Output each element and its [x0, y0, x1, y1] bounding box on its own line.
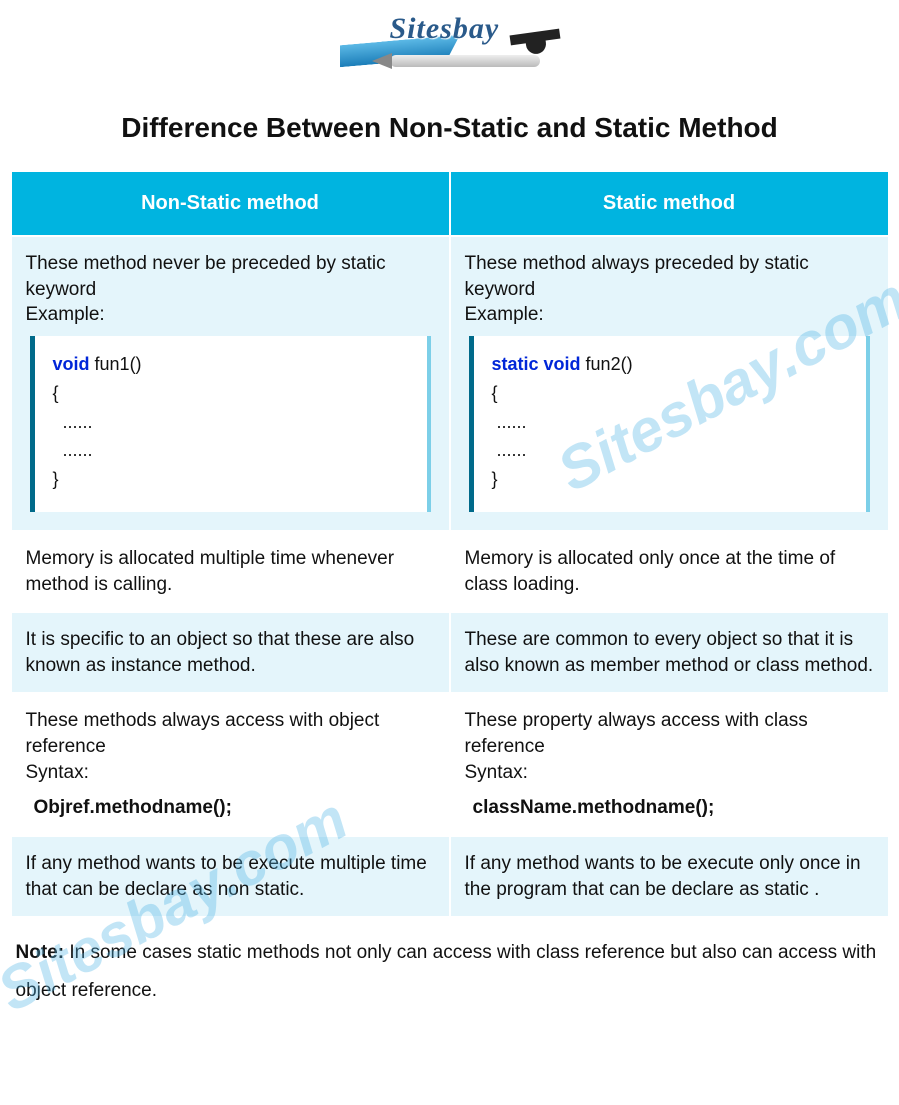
code-fn: fun1(): [95, 354, 142, 374]
cell-text: If any method wants to be execute only o…: [465, 851, 874, 902]
cell-text: These are common to every object so that…: [465, 627, 874, 678]
table-row: If any method wants to be execute multip…: [12, 837, 888, 916]
cell-text: Memory is allocated multiple time whenev…: [26, 546, 435, 597]
page-title: Difference Between Non-Static and Static…: [0, 112, 899, 144]
code-box: static void fun2() { ...... ...... }: [469, 336, 870, 512]
code-keyword: static void: [492, 354, 581, 374]
table-row: Memory is allocated multiple time whenev…: [12, 532, 888, 611]
graduation-cap-icon: [509, 29, 560, 46]
cell-left: If any method wants to be execute multip…: [12, 837, 449, 916]
code-body: { ...... ...... }: [492, 379, 848, 494]
cell-right: If any method wants to be execute only o…: [451, 837, 888, 916]
cell-text: Memory is allocated only once at the tim…: [465, 546, 874, 597]
note: Note: In some cases static methods not o…: [10, 934, 890, 1030]
cell-text: If any method wants to be execute multip…: [26, 851, 435, 902]
code-box: void fun1() { ...... ...... }: [30, 336, 431, 512]
code-body: { ...... ...... }: [53, 379, 409, 494]
cell-right: Memory is allocated only once at the tim…: [451, 532, 888, 611]
cell-text: These property always access with class …: [465, 708, 874, 785]
cell-left: These method never be preceded by static…: [12, 237, 449, 530]
header-static: Static method: [451, 172, 888, 235]
cell-text: These method always preceded by static k…: [465, 251, 874, 328]
cell-left: It is specific to an object so that thes…: [12, 613, 449, 692]
cell-text: It is specific to an object so that thes…: [26, 627, 435, 678]
code-keyword: void: [53, 354, 90, 374]
logo-wrap: Sitesbay: [0, 0, 899, 90]
note-label: Note:: [16, 942, 65, 963]
table-row: It is specific to an object so that thes…: [12, 613, 888, 692]
header-non-static: Non-Static method: [12, 172, 449, 235]
table-row: These method never be preceded by static…: [12, 237, 888, 530]
syntax-text: className.methodname();: [473, 795, 874, 821]
cell-right: These method always preceded by static k…: [451, 237, 888, 530]
code-fn: fun2(): [586, 354, 633, 374]
cell-right: These property always access with class …: [451, 694, 888, 835]
sitesbay-logo: Sitesbay: [320, 10, 580, 80]
cell-right: These are common to every object so that…: [451, 613, 888, 692]
note-text: In some cases static methods not only ca…: [16, 942, 877, 1001]
cell-left: These methods always access with object …: [12, 694, 449, 835]
syntax-text: Objref.methodname();: [34, 795, 435, 821]
cell-text: These methods always access with object …: [26, 708, 435, 785]
cell-left: Memory is allocated multiple time whenev…: [12, 532, 449, 611]
comparison-table: Non-Static method Static method These me…: [10, 170, 890, 918]
table-row: These methods always access with object …: [12, 694, 888, 835]
logo-text: Sitesbay: [390, 12, 500, 46]
logo-pen: [390, 55, 540, 67]
cell-text: These method never be preceded by static…: [26, 251, 435, 328]
